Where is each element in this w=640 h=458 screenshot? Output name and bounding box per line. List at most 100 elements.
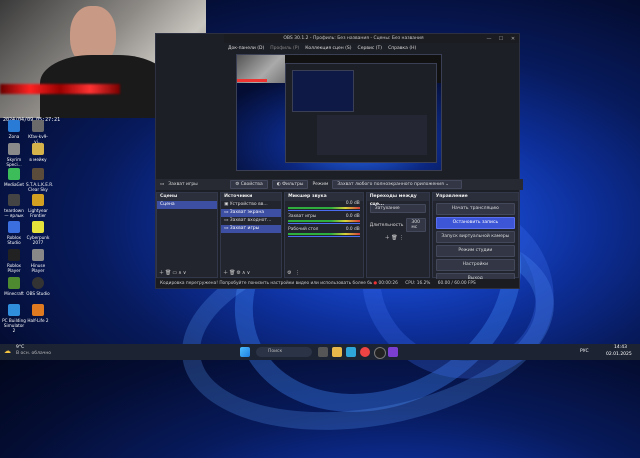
- window-title: OBS 30.1.2 - Профиль: Без названия - Сце…: [283, 36, 424, 41]
- virtual-camera-button[interactable]: Запуск виртуальной камеры: [435, 231, 515, 243]
- duration-input[interactable]: 300 мс: [406, 218, 426, 232]
- player-icon: [32, 249, 44, 261]
- close-button[interactable]: ✕: [507, 36, 519, 42]
- desktop-icon[interactable]: MediaGet: [2, 168, 26, 187]
- task-view-icon[interactable]: [318, 347, 328, 357]
- scenes-toolbar[interactable]: ＋🗑▭∧∨: [159, 269, 187, 276]
- stalker-icon: [32, 168, 44, 180]
- volume-slider[interactable]: [288, 210, 360, 211]
- preview-led: [237, 79, 267, 82]
- menu-scene-collection[interactable]: Коллекция сцен (S): [305, 46, 351, 51]
- controls-dock: Управление Начать трансляцию Остановить …: [431, 192, 519, 285]
- cpu-usage: CPU: 16.2%: [405, 281, 431, 286]
- weather-text: В осн. облачно: [16, 351, 52, 356]
- mixer-title: Микшер звука: [285, 193, 363, 201]
- transition-select[interactable]: Затухание: [369, 204, 426, 213]
- duration-label: Длительность: [369, 222, 404, 228]
- volume-meter: [288, 220, 360, 222]
- desktop-icon[interactable]: Lightyear Frontier: [26, 194, 50, 218]
- volume-slider[interactable]: [288, 236, 360, 237]
- obs-taskbar-icon[interactable]: [374, 347, 386, 359]
- lightyear-icon: [32, 194, 44, 206]
- file-explorer-icon[interactable]: [332, 347, 342, 357]
- start-streaming-button[interactable]: Начать трансляцию: [435, 203, 515, 215]
- dock-area: Сцены Сцена ＋🗑▭∧∨ Источники ▣ Устройство…: [156, 192, 519, 285]
- maximize-button[interactable]: ☐: [495, 36, 507, 42]
- source-item[interactable]: ▣ Устройство вв...: [221, 201, 281, 209]
- duration-row: Длительность 300 мс: [367, 216, 429, 234]
- clock-time[interactable]: 14:43: [614, 345, 627, 350]
- search-box[interactable]: Поиск: [256, 347, 312, 357]
- transition-toolbar[interactable]: ＋ 🗑 ⋮: [367, 234, 429, 241]
- file-icon: [32, 120, 44, 132]
- desktop-icon[interactable]: Roblox Player: [2, 249, 26, 273]
- studio-mode-button[interactable]: Режим студии: [435, 245, 515, 257]
- chrome-icon[interactable]: [360, 347, 370, 357]
- menu-docks[interactable]: Док-панели (D): [228, 46, 264, 51]
- red-led-strip: [0, 84, 120, 94]
- filters-button[interactable]: ◐ Фильтры: [271, 180, 309, 189]
- desktop-icon[interactable]: S.T.A.L.K.E.R. Clear Sky: [26, 168, 53, 192]
- scene-item[interactable]: Сцена: [157, 201, 218, 209]
- preview-nested-docks: [317, 115, 427, 155]
- preview-canvas[interactable]: [236, 54, 442, 171]
- menu-profile[interactable]: Профиль (P): [270, 46, 299, 51]
- source-item[interactable]: ▭ Захват входнот...: [221, 217, 281, 225]
- menu-help[interactable]: Справка (H): [388, 46, 416, 51]
- mixer-toolbar[interactable]: ⚙ ⋮: [287, 270, 301, 276]
- properties-button[interactable]: ⚙ Свойства: [230, 180, 268, 189]
- weather-temp[interactable]: 9°C: [16, 345, 24, 350]
- source-item[interactable]: ▭ Захват игры: [221, 225, 282, 233]
- desktop-icon[interactable]: PC Building Simulator 2: [2, 304, 26, 333]
- stop-recording-button[interactable]: Остановить запись: [435, 217, 515, 229]
- volume-meter: [288, 233, 360, 235]
- roblox-player-icon: [8, 249, 20, 261]
- mixer-channel: Захват игры 0.0 dB: [288, 214, 360, 219]
- minimize-button[interactable]: —: [483, 36, 495, 42]
- minecraft-icon: [8, 277, 20, 289]
- desktop-icon[interactable]: Minecraft: [2, 277, 26, 296]
- sources-title: Источники: [221, 193, 282, 201]
- controls-title: Управление: [432, 193, 518, 201]
- language-indicator[interactable]: РУС: [580, 349, 589, 354]
- desktop-icon[interactable]: OBS Studio: [26, 277, 50, 296]
- mediaget-icon: [8, 168, 20, 180]
- mixer-channel: 0.0 dB: [345, 201, 360, 206]
- scenes-title: Сцены: [157, 193, 218, 201]
- transitions-dock: Переходы между сце... Затухание Длительн…: [365, 192, 430, 278]
- sources-toolbar[interactable]: ＋🗑⚙∧∨: [223, 269, 251, 276]
- title-bar: OBS 30.1.2 - Профиль: Без названия - Сце…: [224, 34, 519, 43]
- menu-tools[interactable]: Сервис (T): [358, 46, 383, 51]
- folder-icon: [32, 143, 44, 155]
- cyberpunk-icon: [32, 221, 44, 233]
- desktop-icon[interactable]: в мейку: [26, 143, 50, 162]
- desktop-icon[interactable]: Zona: [2, 120, 26, 139]
- desktop-icon[interactable]: Skyrim Speci...: [2, 143, 26, 167]
- desktop-icon[interactable]: Cyberpunk 2077: [26, 221, 50, 245]
- selected-source-name: Захват игры: [168, 182, 198, 187]
- mode-select[interactable]: Захват любого полноэкранного приложения …: [332, 180, 463, 189]
- volume-meter: [288, 207, 360, 209]
- skyrim-icon: [8, 143, 20, 155]
- taskbar: ☁ 9°C В осн. облачно Поиск РУС 14:43 02.…: [0, 344, 640, 360]
- volume-slider[interactable]: [288, 223, 360, 224]
- desktop-icon[interactable]: Roblox Studio: [2, 221, 26, 245]
- preview-nested-preview: [292, 70, 354, 112]
- desktop-icon[interactable]: Hinuse Player: [26, 249, 50, 273]
- source-toolbar: ▭ Захват игры ⚙ Свойства ◐ Фильтры Режим…: [156, 179, 523, 190]
- desktop-icon[interactable]: Half-Life 2: [26, 304, 50, 323]
- mixer-channel: Рабочий стол 0.0 dB: [288, 227, 360, 232]
- desktop-icon[interactable]: teardown — ярлык: [2, 194, 26, 218]
- pc-building-icon: [8, 304, 20, 316]
- edge-icon[interactable]: [346, 347, 356, 357]
- windows-start-icon[interactable]: [240, 347, 250, 357]
- transitions-title: Переходы между сце...: [366, 193, 429, 207]
- settings-button[interactable]: Настройки: [435, 259, 515, 271]
- app-icon[interactable]: [388, 347, 398, 357]
- obs-window: OBS 30.1.2 - Профиль: Без названия - Сце…: [155, 33, 523, 289]
- scenes-dock: Сцены Сцена ＋🗑▭∧∨: [156, 192, 219, 278]
- obs-icon: [32, 277, 44, 289]
- source-item[interactable]: ▭ Захват экрана: [221, 209, 282, 217]
- weather-icon: ☁: [4, 347, 11, 355]
- desktop-icon[interactable]: Kfav-kv9-vi...: [26, 120, 50, 144]
